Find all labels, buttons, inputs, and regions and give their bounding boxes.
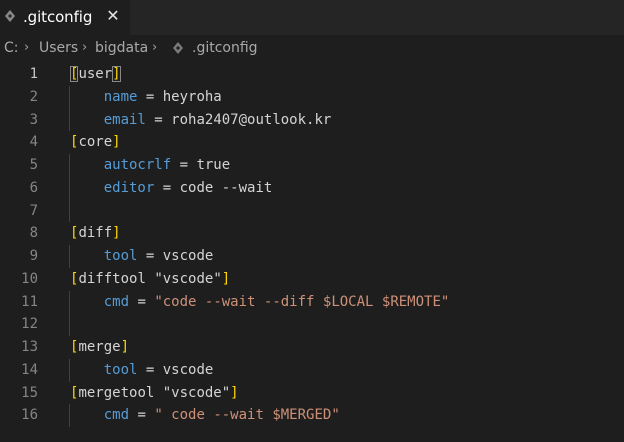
- line-code: cmd = "code --wait --diff $LOCAL $REMOTE…: [70, 291, 450, 314]
- equals-sign: =: [137, 88, 163, 105]
- config-key: tool: [103, 248, 138, 264]
- line-code: [diff]: [70, 222, 121, 245]
- line-code: [merge]: [70, 336, 129, 359]
- close-bracket: ]: [120, 339, 130, 355]
- equals-sign: =: [145, 111, 172, 128]
- line-number: 14: [21, 361, 38, 378]
- config-value: heyroha: [162, 88, 222, 105]
- line-number: 13: [21, 339, 38, 355]
- code-line[interactable]: 3 email = roha2407@outlook.kr: [0, 109, 624, 132]
- line-code: autocrlf = true: [70, 154, 230, 177]
- close-bracket: ]: [112, 134, 121, 151]
- equals-sign: =: [154, 179, 180, 196]
- line-number: 6: [29, 179, 38, 196]
- line-code: email = roha2407@outlook.kr: [70, 109, 332, 132]
- section-name: user: [78, 66, 113, 82]
- breadcrumb: C: › Users › bigdata › .gitconfig: [0, 35, 624, 63]
- line-code: [user]: [70, 63, 121, 86]
- editor-tab[interactable]: .gitconfig ✕: [0, 0, 130, 35]
- close-bracket: ]: [230, 384, 239, 401]
- config-value: code --wait: [179, 179, 273, 196]
- line-number: 16: [21, 407, 38, 424]
- string-value: "code --wait --diff $LOCAL $REMOTE": [154, 293, 450, 310]
- code-line[interactable]: 4 [core]: [0, 131, 624, 154]
- config-key: tool: [103, 361, 138, 378]
- equals-sign: =: [129, 293, 155, 310]
- code-line[interactable]: 5 autocrlf = true: [0, 154, 624, 177]
- line-number: 10: [21, 270, 38, 287]
- line-number: 11: [21, 293, 38, 310]
- code-line[interactable]: 8 [diff]: [0, 222, 624, 245]
- chevron-right-icon: ›: [152, 40, 158, 55]
- code-line[interactable]: 13 [merge]: [0, 336, 624, 359]
- code-line[interactable]: 16 cmd = " code --wait $MERGED": [0, 404, 624, 427]
- section-name: mergetool: [78, 384, 155, 401]
- breadcrumb-item-drive[interactable]: C:: [4, 40, 19, 56]
- code-line[interactable]: 6 editor = code --wait: [0, 177, 624, 200]
- code-line[interactable]: 11 cmd = "code --wait --diff $LOCAL $REM…: [0, 291, 624, 314]
- line-number: 12: [21, 316, 38, 333]
- line-code: cmd = " code --wait $MERGED": [70, 404, 340, 427]
- line-code: name = heyroha: [70, 86, 222, 109]
- breadcrumb-item-bigdata[interactable]: bigdata: [95, 40, 148, 56]
- tab-label: .gitconfig: [23, 8, 93, 26]
- equals-sign: =: [171, 157, 197, 173]
- line-number: 2: [29, 88, 38, 105]
- code-line[interactable]: 14 tool = vscode: [0, 359, 624, 382]
- section-subsection: "vscode": [162, 384, 231, 401]
- line-code: tool = vscode: [70, 245, 214, 268]
- close-bracket: ]: [112, 66, 121, 82]
- section-name: difftool: [78, 270, 146, 287]
- config-value: true: [196, 157, 231, 173]
- config-key: editor: [103, 179, 155, 196]
- equals-sign: =: [137, 248, 163, 264]
- config-key: cmd: [103, 293, 130, 310]
- code-line[interactable]: 12: [0, 313, 624, 336]
- close-icon[interactable]: ✕: [104, 6, 122, 26]
- line-number: 7: [29, 202, 38, 219]
- line-code: [mergetool "vscode"]: [70, 382, 239, 405]
- code-line[interactable]: 9 tool = vscode: [0, 245, 624, 268]
- config-key: cmd: [103, 407, 130, 424]
- section-name: core: [78, 134, 113, 151]
- breadcrumb-item-users[interactable]: Users: [39, 40, 78, 56]
- line-number: 1: [29, 66, 38, 82]
- config-value: roha2407@outlook.kr: [171, 111, 332, 128]
- section-name: diff: [78, 225, 113, 242]
- line-code: [core]: [70, 131, 121, 154]
- line-number: 4: [29, 134, 38, 151]
- code-line[interactable]: 2 name = heyroha: [0, 86, 624, 109]
- equals-sign: =: [129, 407, 155, 424]
- line-number: 9: [29, 248, 38, 264]
- gear-file-icon: [5, 10, 15, 22]
- tab-bar: .gitconfig ✕: [0, 0, 624, 35]
- chevron-right-icon: ›: [82, 40, 88, 55]
- code-editor[interactable]: 1 [user] 2 name = heyroha 3 email = roha…: [0, 63, 624, 442]
- equals-sign: =: [137, 361, 163, 378]
- code-line[interactable]: 10 [difftool "vscode"]: [0, 268, 624, 291]
- config-key: email: [103, 111, 146, 128]
- line-number: 3: [29, 111, 38, 128]
- config-value: vscode: [162, 248, 214, 264]
- gear-file-icon: [173, 42, 183, 54]
- line-code: tool = vscode: [70, 359, 214, 382]
- code-line[interactable]: 7: [0, 200, 624, 223]
- line-number: 5: [29, 157, 38, 173]
- breadcrumb-item-file[interactable]: .gitconfig: [192, 40, 258, 56]
- code-line[interactable]: 15 [mergetool "vscode"]: [0, 382, 624, 405]
- line-number: 8: [29, 225, 38, 242]
- close-bracket: ]: [221, 270, 231, 287]
- code-line[interactable]: 1 [user]: [0, 63, 624, 86]
- line-number: 15: [21, 384, 38, 401]
- chevron-right-icon: ›: [24, 40, 30, 55]
- config-value: vscode: [162, 361, 214, 378]
- config-key: autocrlf: [103, 157, 172, 173]
- config-key: name: [103, 88, 138, 105]
- line-code: editor = code --wait: [70, 177, 273, 200]
- string-value: " code --wait $MERGED": [154, 407, 340, 424]
- section-subsection: "vscode": [154, 270, 222, 287]
- close-bracket: ]: [112, 225, 121, 242]
- line-code: [difftool "vscode"]: [70, 268, 230, 291]
- section-name: merge: [78, 339, 121, 355]
